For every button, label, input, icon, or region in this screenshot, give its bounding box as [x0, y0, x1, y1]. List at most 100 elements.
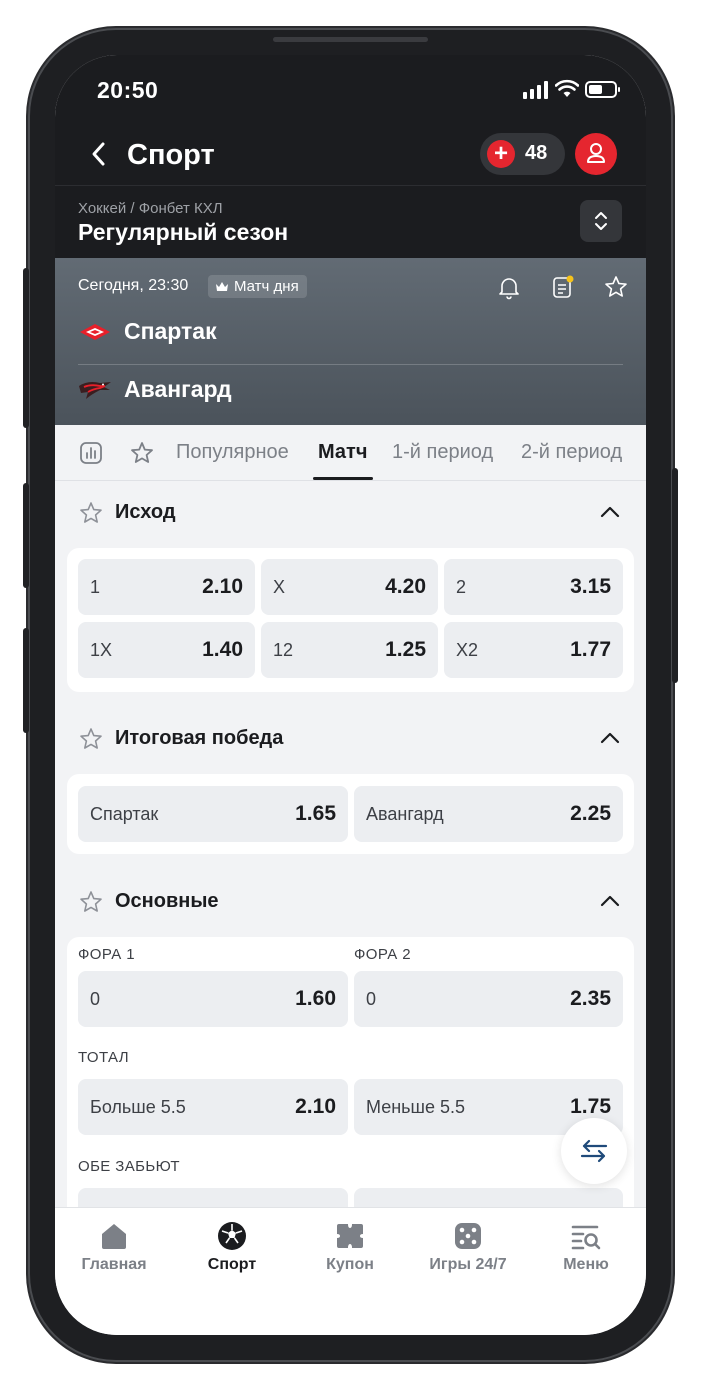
side-button [672, 468, 678, 683]
avangard-logo-icon [79, 382, 111, 399]
odd-label: 0 [366, 989, 377, 1009]
page-title: Спорт [127, 139, 215, 171]
swap-button[interactable] [561, 1118, 627, 1184]
coupon-count: 48 [525, 142, 548, 164]
notes-icon[interactable] [550, 274, 576, 300]
back-arrow-icon[interactable] [85, 139, 115, 169]
odd-value: 1.65 [295, 802, 336, 825]
outcome-card: 1 2.10 X 4.20 2 3.15 1X 1.40 12 1.25 X2 … [67, 548, 634, 692]
odd-button[interactable]: 0 2.35 [354, 971, 623, 1027]
odd-label: Больше 5.5 [90, 1097, 186, 1117]
nav-games[interactable]: Игры 24/7 [409, 1218, 527, 1288]
odd-label: Меньше 5.5 [366, 1097, 465, 1117]
match-header: Сегодня, 23:30 Матч дня Спартак Авангард [55, 258, 646, 425]
league-name: Регулярный сезон [78, 219, 289, 245]
odd-button[interactable]: 0 1.60 [78, 971, 348, 1027]
odd-button[interactable]: 1 2.10 [78, 559, 255, 615]
nav-label: Меню [563, 1256, 609, 1273]
odd-label: X2 [456, 640, 479, 660]
odd-label: 12 [273, 640, 294, 660]
league-header: Хоккей / Фонбет КХЛ Регулярный сезон [55, 185, 646, 258]
odd-value: 2.10 [202, 575, 243, 598]
section-header-main[interactable]: Основные [55, 870, 646, 930]
nav-coupon[interactable]: Купон [291, 1218, 409, 1288]
odd-label: 1X [90, 640, 113, 660]
section-header-outcome[interactable]: Исход [55, 481, 646, 541]
markets-list: Исход 1 2.10 X 4.20 2 3.15 1X 1.40 12 1.… [55, 481, 646, 1207]
odd-button[interactable]: Авангард 2.25 [354, 786, 623, 842]
tab-popular[interactable]: Популярное [176, 441, 289, 464]
odd-button[interactable]: Спартак 1.65 [78, 786, 348, 842]
app-header: Спорт + 48 [55, 127, 646, 185]
chevron-up-down-icon [595, 212, 607, 230]
odd-value: 4.20 [385, 575, 426, 598]
total-label: ТОТАЛ [78, 1049, 129, 1066]
star-icon[interactable] [79, 501, 103, 525]
odd-value: 1.60 [295, 987, 336, 1010]
team2-name: Авангард [124, 376, 232, 402]
section-title: Итоговая победа [115, 727, 284, 749]
spartak-logo-icon [80, 324, 110, 340]
team1-name: Спартак [124, 318, 217, 344]
section-header-final-win[interactable]: Итоговая победа [55, 707, 646, 767]
star-icon[interactable] [79, 890, 103, 914]
odd-value: 1.75 [570, 1095, 611, 1118]
star-icon[interactable] [603, 274, 629, 300]
active-tab-indicator [313, 477, 373, 480]
breadcrumb[interactable]: Хоккей / Фонбет КХЛ [78, 200, 223, 217]
plus-icon: + [487, 140, 515, 168]
odd-button[interactable]: X 4.20 [261, 559, 438, 615]
odd-label: 1 [90, 577, 101, 597]
section-title: Основные [115, 890, 219, 912]
odd-button[interactable] [354, 1188, 623, 1207]
odd-button[interactable]: 1X 1.40 [78, 622, 255, 678]
favorites-star-icon[interactable] [130, 441, 154, 465]
odd-label: Авангард [366, 804, 444, 824]
main-markets-card: ФОРА 1 ФОРА 2 0 1.60 0 2.35 ТОТАЛ Больше… [67, 937, 634, 1207]
bottom-navigation: Главная Спорт Купон Игры 24/7 Меню [55, 1207, 646, 1335]
nav-menu[interactable]: Меню [527, 1218, 645, 1288]
tab-match[interactable]: Матч [318, 441, 367, 464]
side-button [23, 268, 29, 428]
odd-value: 2.10 [295, 1095, 336, 1118]
status-bar: 20:50 [55, 55, 646, 127]
chevron-up-icon[interactable] [599, 505, 621, 519]
dice-icon [455, 1223, 481, 1249]
odd-value: 3.15 [570, 575, 611, 598]
user-icon [587, 143, 605, 163]
both-score-label: ОБЕ ЗАБЬЮТ [78, 1158, 180, 1175]
final-win-card: Спартак 1.65 Авангард 2.25 [67, 774, 634, 854]
odd-value: 1.25 [385, 638, 426, 661]
soccer-ball-icon [218, 1222, 246, 1250]
odd-button[interactable]: Больше 5.5 2.10 [78, 1079, 348, 1135]
odd-label: 0 [90, 989, 101, 1009]
swap-arrows-icon [580, 1139, 608, 1163]
odd-button[interactable]: 12 1.25 [261, 622, 438, 678]
odd-button[interactable]: X2 1.77 [444, 622, 623, 678]
match-badge-label: Матч дня [234, 278, 299, 295]
handicap2-label: ФОРА 2 [354, 946, 411, 963]
chevron-up-icon[interactable] [599, 731, 621, 745]
nav-home[interactable]: Главная [55, 1218, 173, 1288]
nav-sport[interactable]: Спорт [173, 1218, 291, 1288]
odd-value: 1.40 [202, 638, 243, 661]
profile-button[interactable] [575, 133, 617, 175]
status-time: 20:50 [97, 77, 159, 103]
odd-value: 2.35 [570, 987, 611, 1010]
odd-value: 2.25 [570, 802, 611, 825]
star-icon[interactable] [79, 727, 103, 751]
coupon-icon [337, 1224, 363, 1248]
odd-label: 2 [456, 577, 467, 597]
nav-label: Игры 24/7 [429, 1256, 507, 1273]
coupon-counter-button[interactable]: + 48 [480, 133, 565, 175]
expand-collapse-button[interactable] [580, 200, 622, 242]
odd-label: Спартак [90, 804, 159, 824]
stats-icon[interactable] [79, 441, 103, 465]
odd-button[interactable]: 2 3.15 [444, 559, 623, 615]
bell-icon[interactable] [496, 274, 522, 300]
tab-period-2[interactable]: 2-й период [521, 441, 622, 464]
odd-button[interactable] [78, 1188, 348, 1207]
chevron-up-icon[interactable] [599, 894, 621, 908]
tab-period-1[interactable]: 1-й период [392, 441, 493, 464]
odd-value: 1.77 [570, 638, 611, 661]
